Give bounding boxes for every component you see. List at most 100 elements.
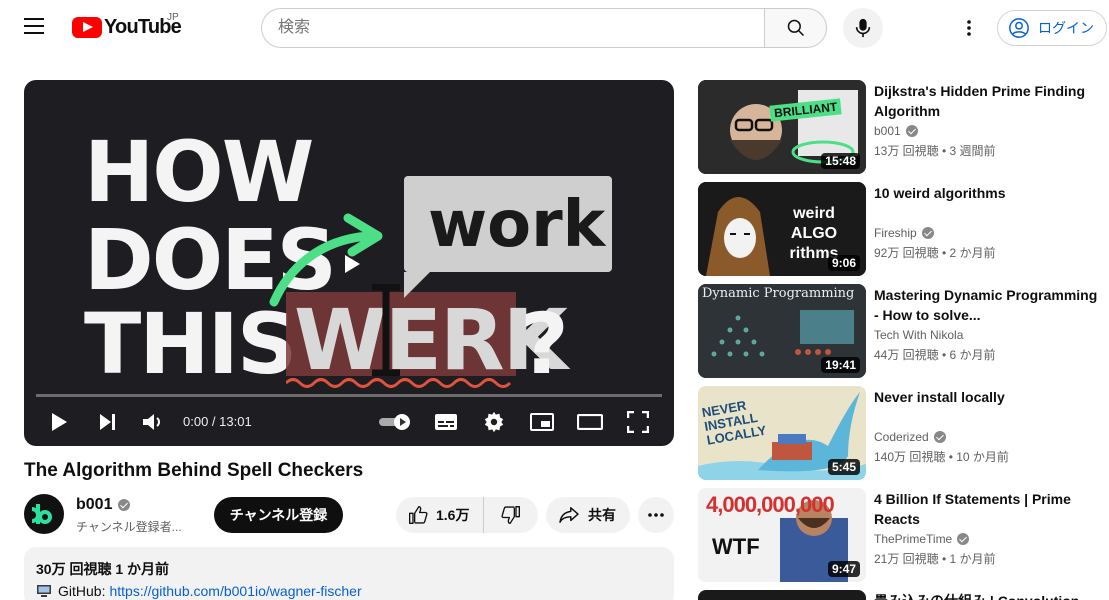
share-icon <box>559 507 579 523</box>
fullscreen-icon <box>627 411 649 433</box>
rec-thumbnail: BRILLIANT 15:48 <box>698 80 866 174</box>
like-button[interactable]: 1.6万 <box>396 497 484 533</box>
volume-icon <box>143 414 160 430</box>
channel-logo-icon <box>32 504 52 524</box>
miniplayer-button[interactable] <box>528 408 556 436</box>
video-title: The Algorithm Behind Spell Checkers <box>24 460 364 481</box>
recommendation-item[interactable]: NEVER INSTALL LOCALLY 5:45 Never install… <box>698 386 1098 480</box>
time-display: 0:00 / 13:01 <box>183 414 252 429</box>
autoplay-toggle-icon <box>379 414 410 430</box>
search-input[interactable] <box>261 8 764 48</box>
subtitles-button[interactable] <box>432 408 460 436</box>
verified-icon <box>921 227 934 239</box>
rec-title: 4 Billion If Statements | Prime Reacts <box>874 491 1071 527</box>
menu-icon[interactable] <box>24 18 46 38</box>
rec-channel-name: ThePrimeTime <box>874 532 953 546</box>
region-code: JP <box>167 12 179 23</box>
rec-thumb-label: Dynamic Programming <box>702 286 855 301</box>
recommendation-item[interactable]: 4,000,000,000 WTF 9:47 4 Billion If Stat… <box>698 488 1098 582</box>
rec-duration: 9:06 <box>827 255 860 271</box>
channel-avatar[interactable] <box>24 494 64 534</box>
rec-meta: 92万 回視聴 • 2 か月前 <box>874 246 996 260</box>
github-line: GitHub: https://github.com/b001io/wagner… <box>36 583 662 599</box>
dislike-button[interactable] <box>484 497 538 533</box>
login-button[interactable]: ログイン <box>997 10 1107 46</box>
theater-mode-button[interactable] <box>576 408 604 436</box>
subscriber-count: チャンネル登録者... <box>76 520 182 534</box>
github-label: GitHub: <box>58 583 106 599</box>
rec-thumbnail: NEVER INSTALL LOCALLY 5:45 <box>698 386 866 480</box>
rec-duration: 15:48 <box>821 153 860 169</box>
login-label: ログイン <box>1038 20 1094 36</box>
thumb-line-1: HOW <box>84 123 314 221</box>
center-play-icon[interactable] <box>334 247 368 281</box>
more-vert-icon <box>967 20 971 36</box>
text-cursor-icon <box>372 284 400 376</box>
recommendation-item-partial[interactable]: 畳み込みの仕組み | Convolution <box>698 590 1098 600</box>
youtube-logo[interactable]: YouTube <box>72 16 182 39</box>
rec-duration: 9:47 <box>827 561 860 577</box>
rec-thumbnail <box>698 590 866 600</box>
theater-icon <box>577 414 603 430</box>
rec-meta: 13万 回視聴 • 3 週間前 <box>874 144 996 158</box>
bubble-text: work <box>428 188 606 262</box>
recommendation-item[interactable]: BRILLIANT 15:48 Dijkstra's Hidden Prime … <box>698 80 1098 174</box>
computer-icon <box>37 585 51 597</box>
view-stats: 30万 回視聴 1 か月前 <box>36 561 170 577</box>
recommendation-item[interactable]: Dynamic Programming 19:41 Mastering Dyna… <box>698 284 1098 378</box>
rec-meta: 140万 回視聴 • 10 か月前 <box>874 450 1009 464</box>
description-box[interactable]: 30万 回視聴 1 か月前 GitHub: https://github.com… <box>24 547 674 600</box>
rec-thumbnail: Dynamic Programming 19:41 <box>698 284 866 378</box>
masthead: YouTube JP ログイン <box>0 0 1109 56</box>
thumbs-down-icon <box>501 506 520 524</box>
like-count: 1.6万 <box>436 507 470 523</box>
subscribe-button[interactable]: チャンネル登録 <box>214 497 343 533</box>
rec-thumb-label: 4,000,000,000 <box>706 492 835 517</box>
play-icon <box>52 413 67 431</box>
rec-thumb-sub: WTF <box>712 534 760 559</box>
channel-name-text: b001 <box>76 496 113 513</box>
progress-bar[interactable] <box>36 394 662 397</box>
rec-channel-name: Fireship <box>874 226 917 240</box>
next-button[interactable] <box>94 408 120 436</box>
rec-duration: 5:45 <box>827 459 860 475</box>
rec-channel-name: b001 <box>874 124 901 138</box>
voice-search-button[interactable] <box>843 8 883 48</box>
github-link[interactable]: https://github.com/b001io/wagner-fischer <box>109 583 361 599</box>
video-player[interactable]: HOW DOES THIS WERK ? work 0:00 / 13:01 <box>24 80 674 446</box>
share-button[interactable]: 共有 <box>546 497 630 533</box>
rec-title: 畳み込みの仕組み | Convolution <box>874 591 1079 600</box>
rec-meta: 21万 回視聴 • 1 か月前 <box>874 552 996 566</box>
search-icon <box>787 19 804 37</box>
rec-thumbnail: 4,000,000,000 WTF 9:47 <box>698 488 866 582</box>
skip-next-icon <box>100 414 115 430</box>
settings-more-button[interactable] <box>955 14 983 42</box>
rec-title: 10 weird algorithms <box>874 185 1006 201</box>
like-dislike-group: 1.6万 <box>396 497 538 533</box>
rec-channel-name: Coderized <box>874 430 929 444</box>
rec-duration: 19:41 <box>821 357 860 373</box>
rec-thumbnail: weird ALGO rithms 9:06 <box>698 182 866 276</box>
microphone-icon <box>855 18 871 38</box>
autoplay-toggle[interactable] <box>376 408 416 436</box>
verified-icon <box>933 431 946 443</box>
settings-button[interactable] <box>480 408 508 436</box>
rec-channel: Fireship <box>874 226 934 240</box>
search-button[interactable] <box>764 8 827 48</box>
squiggle-underline <box>286 378 512 388</box>
rec-channel: Coderized <box>874 430 946 444</box>
recommendation-item[interactable]: weird ALGO rithms 9:06 10 weird algorith… <box>698 182 1098 276</box>
verified-icon <box>957 533 970 545</box>
more-actions-button[interactable] <box>638 497 674 533</box>
verified-icon <box>118 499 131 511</box>
play-button[interactable] <box>46 408 72 436</box>
rec-channel: b001 <box>874 124 918 138</box>
mute-button[interactable] <box>140 408 166 436</box>
search-bar <box>261 8 827 48</box>
account-icon <box>1009 18 1029 38</box>
rec-title: Dijkstra's Hidden Prime Finding Algorith… <box>874 83 1086 119</box>
channel-name[interactable]: b001 <box>76 496 131 514</box>
more-horiz-icon <box>648 513 664 517</box>
fullscreen-button[interactable] <box>624 408 652 436</box>
verified-icon <box>905 125 918 137</box>
